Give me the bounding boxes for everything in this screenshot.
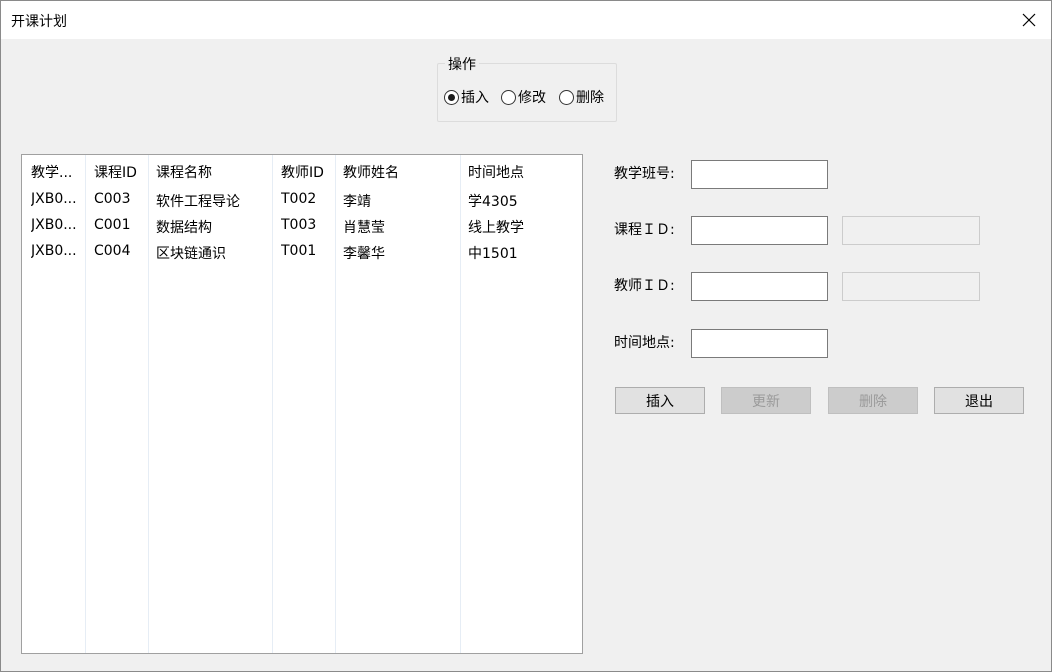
- table-cell[interactable]: C001: [94, 217, 146, 233]
- title-bar: 开课计划: [1, 1, 1051, 39]
- teacher-name-readonly-field: [842, 272, 980, 301]
- update-button[interactable]: 更新: [721, 387, 811, 414]
- course-id-input[interactable]: [691, 216, 828, 245]
- operation-group-label: 操作: [445, 54, 479, 74]
- radio-unchecked-icon: [501, 89, 516, 105]
- table-cell[interactable]: 软件工程导论: [156, 191, 270, 211]
- close-icon: [1022, 13, 1036, 27]
- radio-insert[interactable]: 插入: [444, 87, 489, 107]
- radio-modify[interactable]: 修改: [501, 87, 546, 107]
- course-name-readonly-field: [842, 216, 980, 245]
- radio-modify-label: 修改: [518, 90, 546, 106]
- table-cell[interactable]: T002: [281, 191, 333, 207]
- column-divider: [272, 155, 273, 653]
- table-cell[interactable]: 数据结构: [156, 217, 270, 237]
- column-divider: [148, 155, 149, 653]
- close-button[interactable]: [1007, 1, 1051, 39]
- table-cell[interactable]: JXB0...: [31, 217, 83, 233]
- column-header-class-no[interactable]: 教学...: [31, 162, 83, 182]
- course-plan-window: 开课计划 操作 插入 修改 删除 教学... 课程ID 课程名称 教师ID 教师…: [0, 0, 1052, 672]
- radio-unchecked-icon: [559, 89, 574, 105]
- time-place-input[interactable]: [691, 329, 828, 358]
- column-header-time-place[interactable]: 时间地点: [468, 162, 578, 182]
- table-cell[interactable]: 学4305: [468, 191, 578, 211]
- class-no-label: 教学班号:: [614, 166, 675, 182]
- table-cell[interactable]: C004: [94, 243, 146, 259]
- course-id-label: 课程ＩＤ:: [614, 222, 675, 238]
- table-cell[interactable]: 线上教学: [468, 217, 578, 237]
- table-cell[interactable]: 中1501: [468, 243, 578, 263]
- table-cell[interactable]: JXB0...: [31, 191, 83, 207]
- radio-checked-icon: [444, 89, 459, 105]
- table-cell[interactable]: JXB0...: [31, 243, 83, 259]
- class-no-input[interactable]: [691, 160, 828, 189]
- table-cell[interactable]: 区块链通识: [156, 243, 270, 263]
- column-header-course-name[interactable]: 课程名称: [156, 162, 270, 182]
- table-cell[interactable]: T001: [281, 243, 333, 259]
- exit-button[interactable]: 退出: [934, 387, 1024, 414]
- column-divider: [85, 155, 86, 653]
- radio-delete[interactable]: 删除: [559, 87, 604, 107]
- column-header-teacher-id[interactable]: 教师ID: [281, 162, 333, 182]
- table-cell[interactable]: 肖慧莹: [343, 217, 457, 237]
- delete-button[interactable]: 删除: [828, 387, 918, 414]
- window-title: 开课计划: [11, 14, 67, 30]
- teacher-id-input[interactable]: [691, 272, 828, 301]
- table-cell[interactable]: T003: [281, 217, 333, 233]
- time-place-label: 时间地点:: [614, 335, 675, 351]
- table-cell[interactable]: 李靖: [343, 191, 457, 211]
- radio-insert-label: 插入: [461, 90, 489, 106]
- column-divider: [335, 155, 336, 653]
- table-cell[interactable]: 李馨华: [343, 243, 457, 263]
- teacher-id-label: 教师ＩＤ:: [614, 278, 675, 294]
- column-header-course-id[interactable]: 课程ID: [94, 162, 146, 182]
- radio-delete-label: 删除: [576, 90, 604, 106]
- course-plan-list[interactable]: 教学... 课程ID 课程名称 教师ID 教师姓名 时间地点 JXB0... C…: [21, 154, 583, 654]
- table-cell[interactable]: C003: [94, 191, 146, 207]
- column-header-teacher-name[interactable]: 教师姓名: [343, 162, 457, 182]
- insert-button[interactable]: 插入: [615, 387, 705, 414]
- column-divider: [460, 155, 461, 653]
